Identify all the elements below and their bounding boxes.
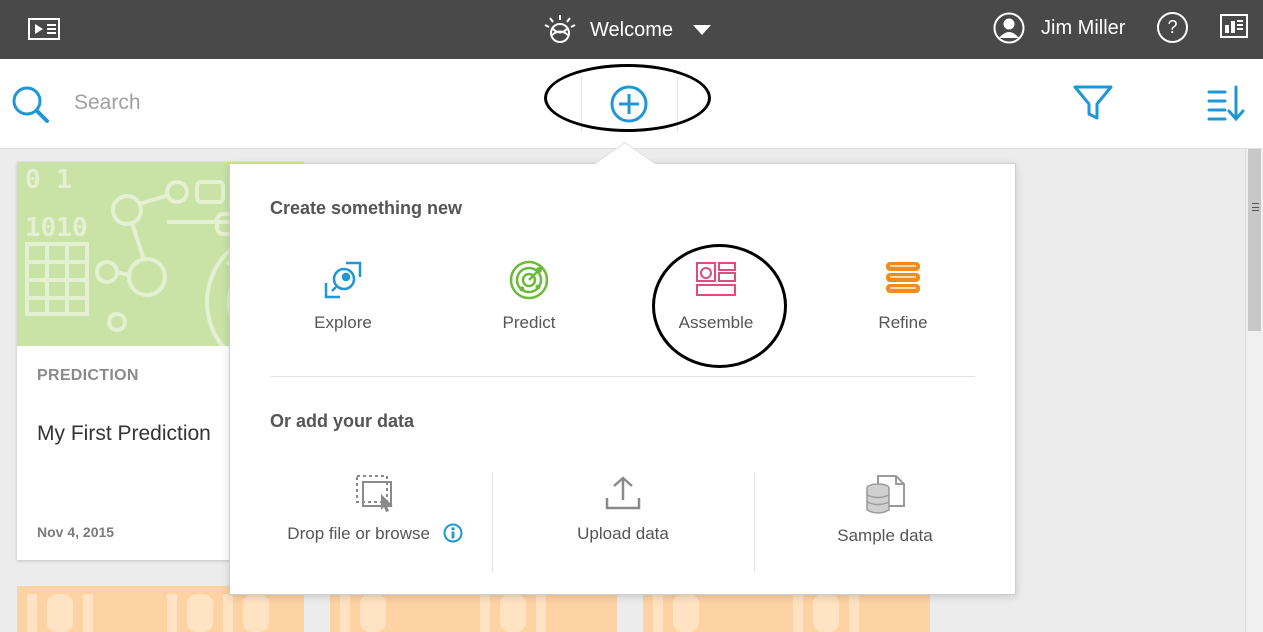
popover-arrow — [594, 142, 656, 164]
help-button[interactable]: ? — [1157, 12, 1188, 43]
drop-file-label: Drop file or browse — [287, 524, 430, 543]
explore-icon — [324, 261, 362, 299]
search-input[interactable] — [74, 85, 474, 121]
add-button[interactable] — [609, 84, 649, 124]
sort-icon[interactable] — [1206, 84, 1248, 122]
create-popover: Create something new Explore Predict Ass… — [229, 142, 1016, 595]
notifications-panel-icon[interactable] — [1220, 14, 1248, 40]
top-bar: Welcome Jim Miller ? — [0, 0, 1263, 59]
refine-icon — [886, 262, 920, 293]
info-icon[interactable] — [443, 523, 463, 543]
sample-data-tile[interactable]: Sample data — [755, 474, 1015, 546]
user-name: Jim Miller — [1041, 16, 1126, 39]
scrollbar-thumb[interactable] — [1248, 149, 1261, 331]
user-menu[interactable]: Jim Miller — [993, 12, 1125, 44]
predict-label: Predict — [502, 313, 556, 332]
card-title[interactable]: My First Prediction — [37, 422, 211, 446]
card-date: Nov 4, 2015 — [37, 524, 115, 540]
assemble-icon — [696, 262, 736, 296]
assemble-label: Assemble — [678, 313, 754, 332]
scrollbar-grip-icon — [1252, 203, 1259, 211]
search-toolbar — [0, 59, 1263, 149]
divider — [581, 77, 582, 132]
upload-data-tile[interactable]: Upload data — [493, 474, 753, 544]
chevron-down-icon — [693, 25, 711, 35]
upload-data-label: Upload data — [577, 524, 669, 543]
refine-label: Refine — [878, 313, 928, 332]
ibm-watson-logo-icon — [544, 15, 576, 43]
avatar-icon — [993, 12, 1025, 44]
svg-text:0 1: 0 1 — [25, 165, 72, 195]
sample-data-label: Sample data — [837, 526, 933, 545]
assemble-tile[interactable]: Assemble — [631, 259, 801, 333]
card-type-label: PREDICTION — [37, 367, 139, 384]
side-panel-toggle-icon[interactable] — [28, 18, 60, 40]
welcome-menu[interactable]: Welcome — [544, 12, 711, 48]
divider — [270, 376, 975, 377]
explore-label: Explore — [314, 313, 372, 332]
welcome-label: Welcome — [590, 18, 673, 41]
refine-tile[interactable]: Refine — [818, 259, 988, 333]
predict-icon — [509, 260, 549, 300]
explore-tile[interactable]: Explore — [258, 259, 428, 333]
svg-text:1010: 1010 — [25, 213, 88, 243]
sample-data-icon — [866, 475, 905, 514]
filter-icon[interactable] — [1073, 84, 1113, 122]
drop-file-row: Drop file or browse — [260, 523, 490, 544]
vertical-scrollbar[interactable] — [1245, 149, 1263, 632]
search-icon[interactable] — [10, 84, 52, 126]
drop-file-tile[interactable]: Drop file or browse — [260, 474, 490, 544]
add-data-heading: Or add your data — [270, 411, 415, 431]
create-heading: Create something new — [270, 198, 463, 218]
upload-icon — [605, 476, 641, 510]
drop-file-icon — [356, 475, 393, 512]
predict-tile[interactable]: Predict — [444, 259, 614, 333]
divider — [677, 77, 678, 132]
